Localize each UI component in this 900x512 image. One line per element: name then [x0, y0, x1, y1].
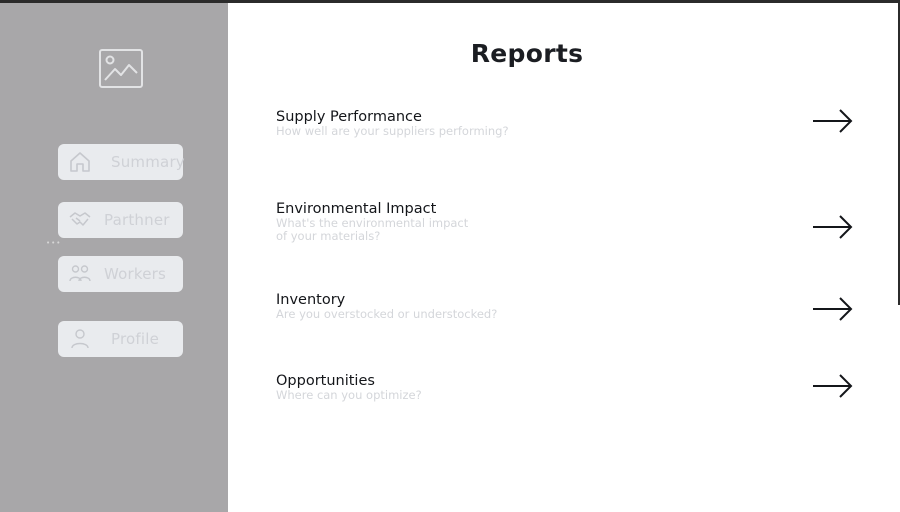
home-icon — [68, 150, 92, 174]
app-window: Summary Parthner Workers Profile ••• Rep… — [0, 0, 900, 512]
report-title: Opportunities — [276, 373, 375, 389]
arrow-right-icon[interactable] — [812, 373, 854, 399]
user-icon — [68, 327, 92, 351]
ellipsis-icon: ••• — [46, 239, 62, 247]
sidebar-item-label: Profile — [111, 330, 160, 348]
sidebar-item-summary[interactable]: Summary — [58, 144, 185, 180]
report-title: Environmental Impact — [276, 201, 437, 217]
sidebar-item-label: Workers — [104, 265, 167, 283]
sidebar-item-workers[interactable]: Workers — [58, 256, 183, 292]
report-item-supply-performance[interactable]: Supply Performance How well are your sup… — [276, 109, 853, 138]
report-item-inventory[interactable]: Inventory Are you overstocked or underst… — [276, 292, 853, 321]
sidebar-item-label: Summary — [111, 153, 185, 171]
report-description: How well are your suppliers performing? — [276, 124, 509, 138]
handshake-icon — [68, 208, 92, 232]
report-description: Where can you optimize? — [276, 388, 422, 402]
image-placeholder-icon — [99, 49, 143, 89]
sidebar: Summary Parthner Workers Profile ••• — [0, 3, 228, 512]
users-icon — [68, 262, 92, 286]
report-item-opportunities[interactable]: Opportunities Where can you optimize? — [276, 373, 853, 402]
sidebar-item-profile[interactable]: Profile — [58, 321, 183, 357]
sidebar-item-parthner[interactable]: Parthner — [58, 202, 183, 238]
page-title: Reports — [470, 39, 584, 68]
sidebar-item-label: Parthner — [104, 211, 170, 229]
report-title: Supply Performance — [276, 109, 422, 125]
arrow-right-icon[interactable] — [812, 214, 854, 240]
arrow-right-icon[interactable] — [812, 296, 854, 322]
report-item-environmental-impact[interactable]: Environmental Impact What's the environm… — [276, 201, 853, 243]
report-description: Are you overstocked or understocked? — [276, 307, 498, 321]
report-description: What's the environmental impact of your … — [276, 216, 469, 243]
main-content: Reports Supply Performance How well are … — [228, 3, 898, 512]
arrow-right-icon[interactable] — [812, 108, 854, 134]
report-title: Inventory — [276, 292, 346, 308]
